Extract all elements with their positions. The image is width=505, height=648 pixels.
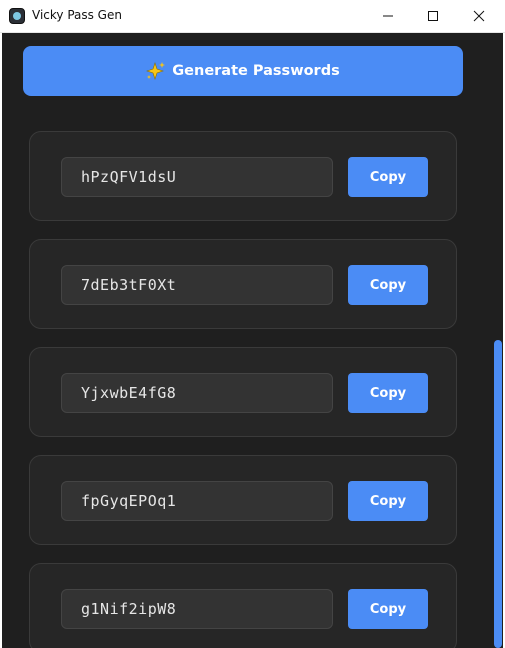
close-button[interactable] (456, 0, 502, 32)
password-field[interactable]: hPzQFV1dsU (61, 157, 333, 197)
close-icon (473, 10, 485, 22)
app-window: Vicky Pass Gen Generate Passwords hPzQFV… (0, 0, 505, 648)
maximize-button[interactable] (410, 0, 456, 32)
copy-button[interactable]: Copy (348, 265, 428, 305)
password-card: 7dEb3tF0Xt Copy (29, 239, 457, 329)
scrollbar-thumb[interactable] (494, 340, 502, 648)
password-card: g1Nif2ipW8 Copy (29, 563, 457, 648)
sparkle-icon (146, 62, 166, 80)
password-field[interactable]: 7dEb3tF0Xt (61, 265, 333, 305)
copy-button[interactable]: Copy (348, 373, 428, 413)
copy-button[interactable]: Copy (348, 481, 428, 521)
password-card: hPzQFV1dsU Copy (29, 131, 457, 221)
password-field[interactable]: g1Nif2ipW8 (61, 589, 333, 629)
title-bar: Vicky Pass Gen (0, 0, 505, 33)
minimize-icon (383, 15, 393, 17)
window-title: Vicky Pass Gen (32, 8, 122, 22)
password-field[interactable]: YjxwbE4fG8 (61, 373, 333, 413)
generate-button-label: Generate Passwords (172, 63, 340, 79)
minimize-button[interactable] (365, 0, 411, 32)
maximize-icon (428, 11, 438, 21)
password-card: YjxwbE4fG8 Copy (29, 347, 457, 437)
generate-passwords-button[interactable]: Generate Passwords (23, 46, 463, 96)
app-logo-icon (9, 8, 25, 24)
main-content: Generate Passwords hPzQFV1dsU Copy 7dEb3… (2, 33, 503, 648)
copy-button[interactable]: Copy (348, 589, 428, 629)
password-card: fpGyqEPOq1 Copy (29, 455, 457, 545)
copy-button[interactable]: Copy (348, 157, 428, 197)
password-field[interactable]: fpGyqEPOq1 (61, 481, 333, 521)
